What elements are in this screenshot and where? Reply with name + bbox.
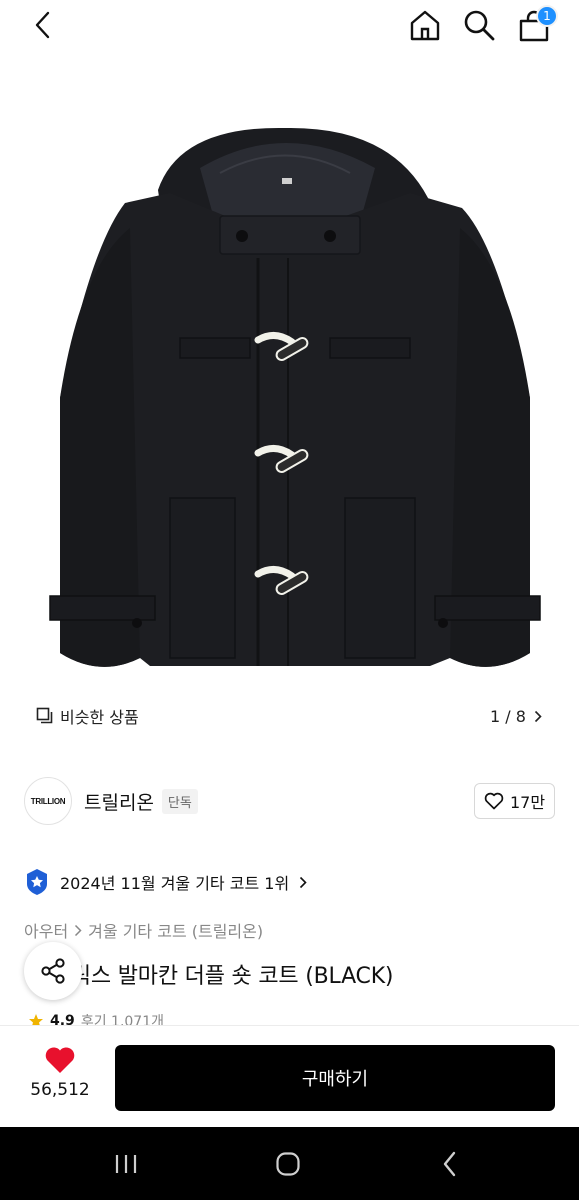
top-bar: 1 — [0, 0, 579, 52]
ranking-link[interactable]: 2024년 11월 겨울 기타 코트 1위 — [24, 868, 307, 896]
chevron-right-icon — [534, 710, 542, 722]
share-icon — [41, 958, 65, 984]
breadcrumb: 아우터 겨울 기타 코트 (트릴리온) — [24, 918, 263, 942]
breadcrumb-parent[interactable]: 아우터 — [24, 918, 68, 942]
heart-outline-icon — [484, 792, 504, 810]
home-button[interactable] — [406, 6, 444, 44]
recent-apps-icon — [115, 1155, 137, 1173]
recent-apps-button[interactable] — [106, 1151, 146, 1177]
share-button[interactable] — [24, 942, 82, 1000]
pager-text: 1 / 8 — [490, 706, 526, 726]
exclusive-tag: 단독 — [161, 788, 198, 814]
similar-products-label: 비슷한 상품 — [60, 708, 139, 727]
cart-button[interactable]: 1 — [514, 5, 558, 46]
product-image[interactable] — [30, 118, 560, 698]
home-icon — [410, 10, 440, 41]
chevron-right-icon — [300, 876, 307, 888]
image-pager[interactable]: 1 / 8 — [478, 698, 554, 734]
back-arrow-icon — [443, 1151, 456, 1177]
brand-like-button[interactable]: 17만 — [474, 783, 555, 819]
chevron-left-icon — [35, 11, 50, 39]
brand-like-count: 17만 — [509, 793, 546, 812]
buy-button[interactable]: 구매하기 — [115, 1045, 555, 1111]
home-circle-icon — [276, 1152, 300, 1176]
back-nav-button[interactable] — [430, 1151, 470, 1177]
breadcrumb-child[interactable]: 겨울 기타 코트 (트릴리온) — [88, 918, 263, 942]
wishlist-button[interactable]: 56,512 — [24, 1046, 96, 1112]
similar-icon — [36, 707, 53, 724]
search-button[interactable] — [460, 6, 498, 44]
chevron-right-icon — [75, 924, 82, 936]
heart-filled-icon — [45, 1047, 75, 1073]
similar-products-button[interactable]: 비슷한 상품 — [24, 698, 153, 734]
ranking-text: 2024년 11월 겨울 기타 코트 1위 — [60, 874, 290, 893]
cart-count-badge: 1 — [536, 5, 558, 27]
brand-logo[interactable]: TRILLION — [24, 777, 72, 825]
system-navigation-bar — [0, 1127, 579, 1200]
brand-row[interactable]: TRILLION 트릴리온 단독 17만 — [24, 776, 555, 826]
back-button[interactable] — [26, 6, 60, 44]
ranking-badge-icon — [27, 869, 47, 895]
search-icon — [464, 10, 495, 41]
brand-name[interactable]: 트릴리온 — [84, 788, 154, 815]
purchase-bar: 56,512 구매하기 — [0, 1025, 579, 1127]
wishlist-count: 56,512 — [30, 1080, 90, 1100]
home-nav-button[interactable] — [268, 1151, 308, 1177]
